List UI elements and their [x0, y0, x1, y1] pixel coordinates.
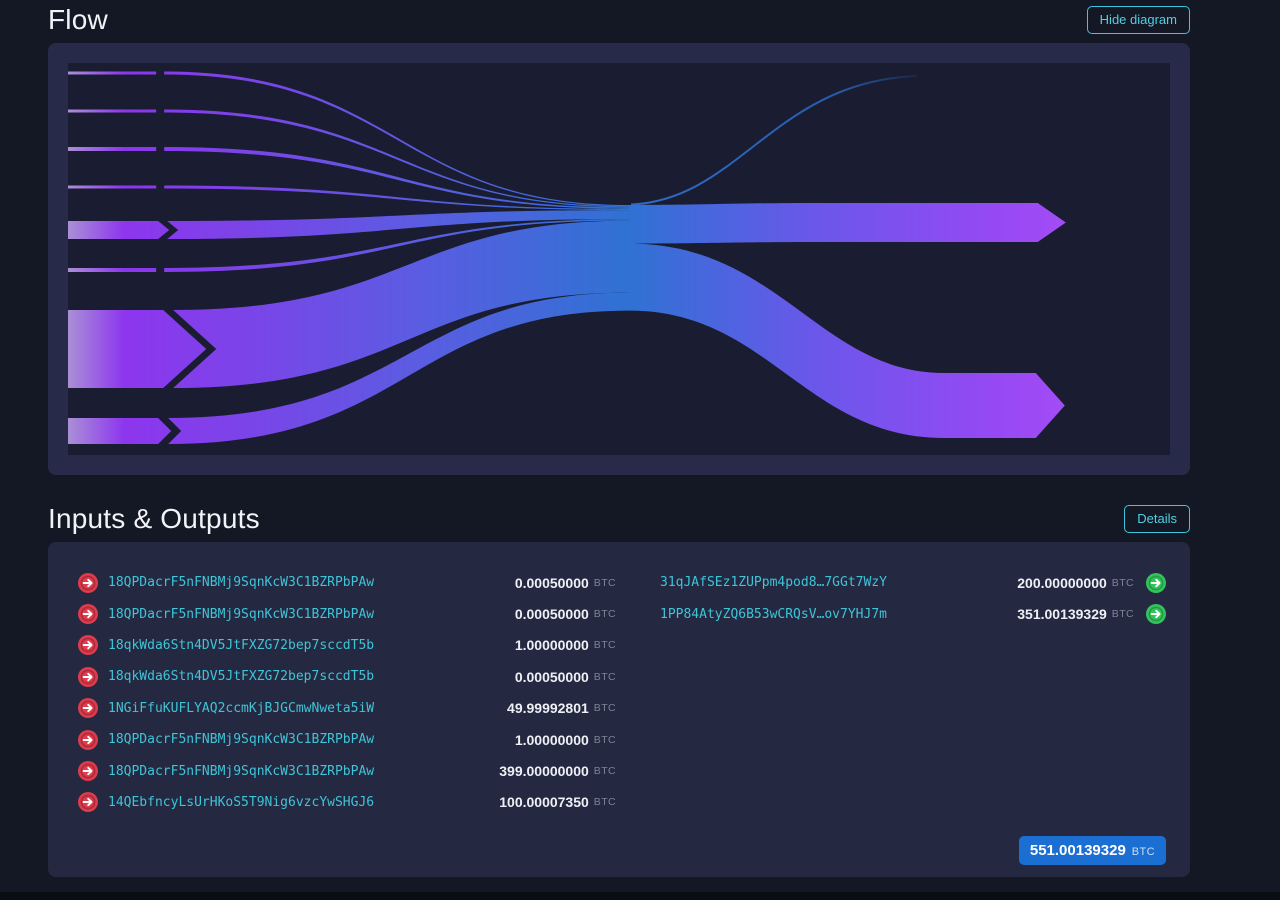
total-badge: 551.00139329 BTC — [1019, 836, 1166, 865]
input-arrow-icon[interactable] — [78, 792, 98, 812]
sankey-input-nodes — [68, 72, 206, 445]
input-arrow-icon[interactable] — [78, 635, 98, 655]
output-amount: 200.00000000 — [1017, 575, 1107, 591]
flow-header: Flow Hide diagram — [48, 4, 1190, 36]
details-button[interactable]: Details — [1124, 505, 1190, 533]
sankey-svg — [68, 63, 1170, 455]
input-amount: 0.00050000 — [515, 606, 589, 622]
output-arrow-icon[interactable] — [1146, 573, 1166, 593]
input-address-link[interactable]: 18QPDacrF5nFNBMj9SqnKcW3C1BZRPbPAw — [108, 732, 374, 747]
io-title: Inputs & Outputs — [48, 503, 260, 535]
input-row: 18qkWda6Stn4DV5JtFXZG72bep7sccdT5b 1.000… — [78, 630, 616, 661]
inputs-column: 18QPDacrF5nFNBMj9SqnKcW3C1BZRPbPAw 0.000… — [78, 567, 616, 818]
input-address-link[interactable]: 18QPDacrF5nFNBMj9SqnKcW3C1BZRPbPAw — [108, 764, 374, 779]
input-amount-unit: BTC — [594, 639, 616, 651]
input-amount: 1.00000000 — [515, 732, 589, 748]
input-row: 18QPDacrF5nFNBMj9SqnKcW3C1BZRPbPAw 399.0… — [78, 755, 616, 786]
sankey-diagram[interactable] — [68, 63, 1170, 455]
sankey-fee-flow — [631, 76, 918, 205]
total-amount: 551.00139329 — [1030, 842, 1126, 859]
input-amount: 1.00000000 — [515, 637, 589, 653]
output-row: 31qJAfSEz1ZUPpm4pod8…7GGt7WzY 200.000000… — [660, 567, 1166, 598]
input-row: 1NGiFfuKUFLYAQ2ccmKjBJGCmwNweta5iW 49.99… — [78, 693, 616, 724]
input-address-link[interactable]: 14QEbfncyLsUrHKoS5T9Nig6vzcYwSHGJ6 — [108, 795, 374, 810]
page-content: Flow Hide diagram — [0, 0, 1280, 877]
input-amount-unit: BTC — [594, 734, 616, 746]
sankey-input-flows — [164, 72, 629, 445]
output-address-link[interactable]: 1PP84AtyZQ6B53wCRQsV…ov7YHJ7m — [660, 607, 887, 622]
input-address-link[interactable]: 18qkWda6Stn4DV5JtFXZG72bep7sccdT5b — [108, 638, 374, 653]
input-row: 18QPDacrF5nFNBMj9SqnKcW3C1BZRPbPAw 0.000… — [78, 567, 616, 598]
input-row: 18qkWda6Stn4DV5JtFXZG72bep7sccdT5b 0.000… — [78, 661, 616, 692]
output-amount-unit: BTC — [1112, 608, 1134, 620]
input-amount: 0.00050000 — [515, 669, 589, 685]
input-arrow-icon[interactable] — [78, 730, 98, 750]
input-amount-unit: BTC — [594, 702, 616, 714]
flow-panel — [48, 43, 1190, 475]
output-address-link[interactable]: 31qJAfSEz1ZUPpm4pod8…7GGt7WzY — [660, 575, 887, 590]
input-amount-unit: BTC — [594, 765, 616, 777]
outputs-column: 31qJAfSEz1ZUPpm4pod8…7GGt7WzY 200.000000… — [660, 567, 1166, 818]
input-amount-unit: BTC — [594, 796, 616, 808]
io-grid: 18QPDacrF5nFNBMj9SqnKcW3C1BZRPbPAw 0.000… — [78, 567, 1166, 818]
input-amount-unit: BTC — [594, 608, 616, 620]
io-header: Inputs & Outputs Details — [48, 503, 1190, 535]
input-address-link[interactable]: 1NGiFfuKUFLYAQ2ccmKjBJGCmwNweta5iW — [108, 701, 374, 716]
input-amount: 49.99992801 — [507, 700, 589, 716]
flow-section: Flow Hide diagram — [48, 4, 1190, 475]
input-row: 14QEbfncyLsUrHKoS5T9Nig6vzcYwSHGJ6 100.0… — [78, 787, 616, 818]
input-arrow-icon[interactable] — [78, 761, 98, 781]
input-address-link[interactable]: 18qkWda6Stn4DV5JtFXZG72bep7sccdT5b — [108, 669, 374, 684]
input-amount: 399.00000000 — [499, 763, 589, 779]
input-address-link[interactable]: 18QPDacrF5nFNBMj9SqnKcW3C1BZRPbPAw — [108, 575, 374, 590]
total-unit: BTC — [1132, 846, 1155, 858]
input-amount: 100.00007350 — [499, 794, 589, 810]
input-address-link[interactable]: 18QPDacrF5nFNBMj9SqnKcW3C1BZRPbPAw — [108, 607, 374, 622]
io-panel: 18QPDacrF5nFNBMj9SqnKcW3C1BZRPbPAw 0.000… — [48, 542, 1190, 877]
flow-title: Flow — [48, 4, 108, 36]
input-amount-unit: BTC — [594, 671, 616, 683]
bottom-edge-bar — [0, 892, 1280, 900]
input-row: 18QPDacrF5nFNBMj9SqnKcW3C1BZRPbPAw 1.000… — [78, 724, 616, 755]
input-arrow-icon[interactable] — [78, 573, 98, 593]
input-arrow-icon[interactable] — [78, 698, 98, 718]
input-amount: 0.00050000 — [515, 575, 589, 591]
io-section: Inputs & Outputs Details 18QPDacrF5nFNBM… — [48, 503, 1190, 877]
hide-diagram-button[interactable]: Hide diagram — [1087, 6, 1190, 34]
input-arrow-icon[interactable] — [78, 667, 98, 687]
output-arrow-icon[interactable] — [1146, 604, 1166, 624]
input-arrow-icon[interactable] — [78, 604, 98, 624]
sankey-output-flows — [629, 203, 1066, 438]
output-amount-unit: BTC — [1112, 577, 1134, 589]
input-row: 18QPDacrF5nFNBMj9SqnKcW3C1BZRPbPAw 0.000… — [78, 598, 616, 629]
output-row: 1PP84AtyZQ6B53wCRQsV…ov7YHJ7m 351.001393… — [660, 598, 1166, 629]
input-amount-unit: BTC — [594, 577, 616, 589]
total-row: 551.00139329 BTC — [78, 836, 1166, 865]
output-amount: 351.00139329 — [1017, 606, 1107, 622]
